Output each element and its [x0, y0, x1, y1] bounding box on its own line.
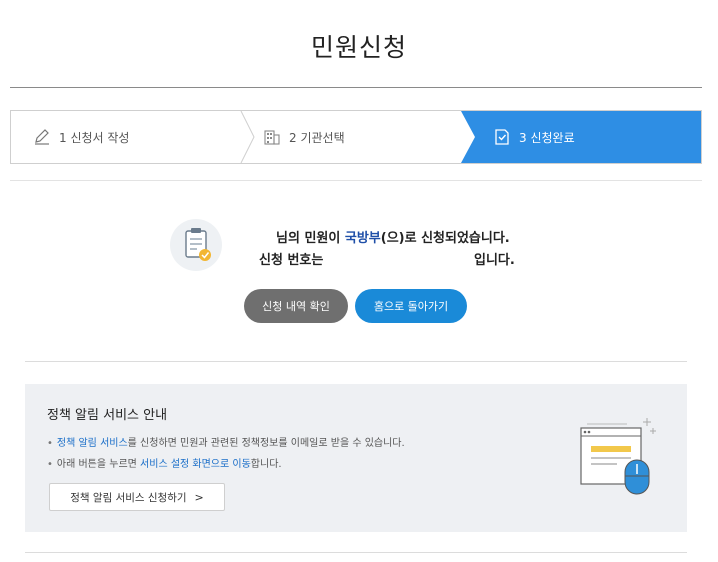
bullet-1-text: 를 신청하면 민원과 관련된 정책정보를 이메일로 받을 수 있습니다. [127, 438, 405, 449]
document-check-icon [495, 129, 509, 145]
browser-window-mouse-icon [580, 418, 656, 495]
building-icon [264, 130, 280, 145]
result-icon-circle [170, 219, 222, 271]
bottom-divider [25, 552, 687, 553]
go-home-button[interactable]: 홈으로 돌아가기 [355, 289, 467, 323]
notice-bullet-2: • 아래 버튼을 누르면 서비스 설정 화면으로 이동합니다. [47, 459, 282, 470]
step-complete-active: 3 신청완료 [493, 111, 575, 163]
policy-notice-panel: 정책 알림 서비스 안내 • 정책 알림 서비스를 신청하면 민원과 관련된 정책… [25, 384, 687, 532]
view-application-history-button[interactable]: 신청 내역 확인 [244, 289, 348, 323]
result-prefix: 님의 민원이 [276, 231, 345, 246]
application-number-suffix: 입니다. [474, 253, 515, 268]
section-divider [10, 180, 702, 181]
pencil-icon [35, 129, 49, 145]
chevron-right-icon: > [194, 490, 204, 504]
step-1-label: 1 신청서 작성 [59, 130, 130, 145]
step-write-application: 1 신청서 작성 [33, 111, 129, 163]
service-settings-link[interactable]: 서비스 설정 화면으로 이동 [140, 459, 251, 470]
page-title: 민원신청 [310, 33, 407, 62]
notice-title: 정책 알림 서비스 안내 [47, 408, 168, 423]
bullet-2-pre: 아래 버튼을 누르면 [56, 459, 141, 470]
subscribe-policy-service-button[interactable]: 정책 알림 서비스 신청하기 > [49, 483, 225, 511]
step-separator-1 [240, 111, 255, 163]
bullet-2-post: 합니다. [250, 459, 282, 470]
notice-bullet-1: • 정책 알림 서비스를 신청하면 민원과 관련된 정책정보를 이메일로 받을 수… [47, 438, 405, 449]
step-3-label: 3 신청완료 [519, 130, 575, 145]
step-progress-bar: 1 신청서 작성 2 기관선택 3 신청완료 [10, 110, 702, 164]
step-select-agency: 2 기관선택 [263, 111, 345, 163]
policy-service-link[interactable]: 정책 알림 서비스 [57, 438, 128, 449]
step-2-label: 2 기관선택 [289, 130, 345, 145]
ministry-name: 국방부 [344, 231, 381, 246]
subscribe-button-label: 정책 알림 서비스 신청하기 [70, 491, 187, 504]
title-divider [10, 87, 702, 88]
section-divider-2 [25, 361, 687, 362]
application-number-label: 신청 번호는 [259, 253, 324, 268]
clipboard-check-icon [185, 228, 211, 261]
result-message-line1: 님의 민원이 국방부(으)로 신청되었습니다. [276, 227, 510, 246]
result-suffix: (으)로 신청되었습니다. [380, 231, 510, 246]
